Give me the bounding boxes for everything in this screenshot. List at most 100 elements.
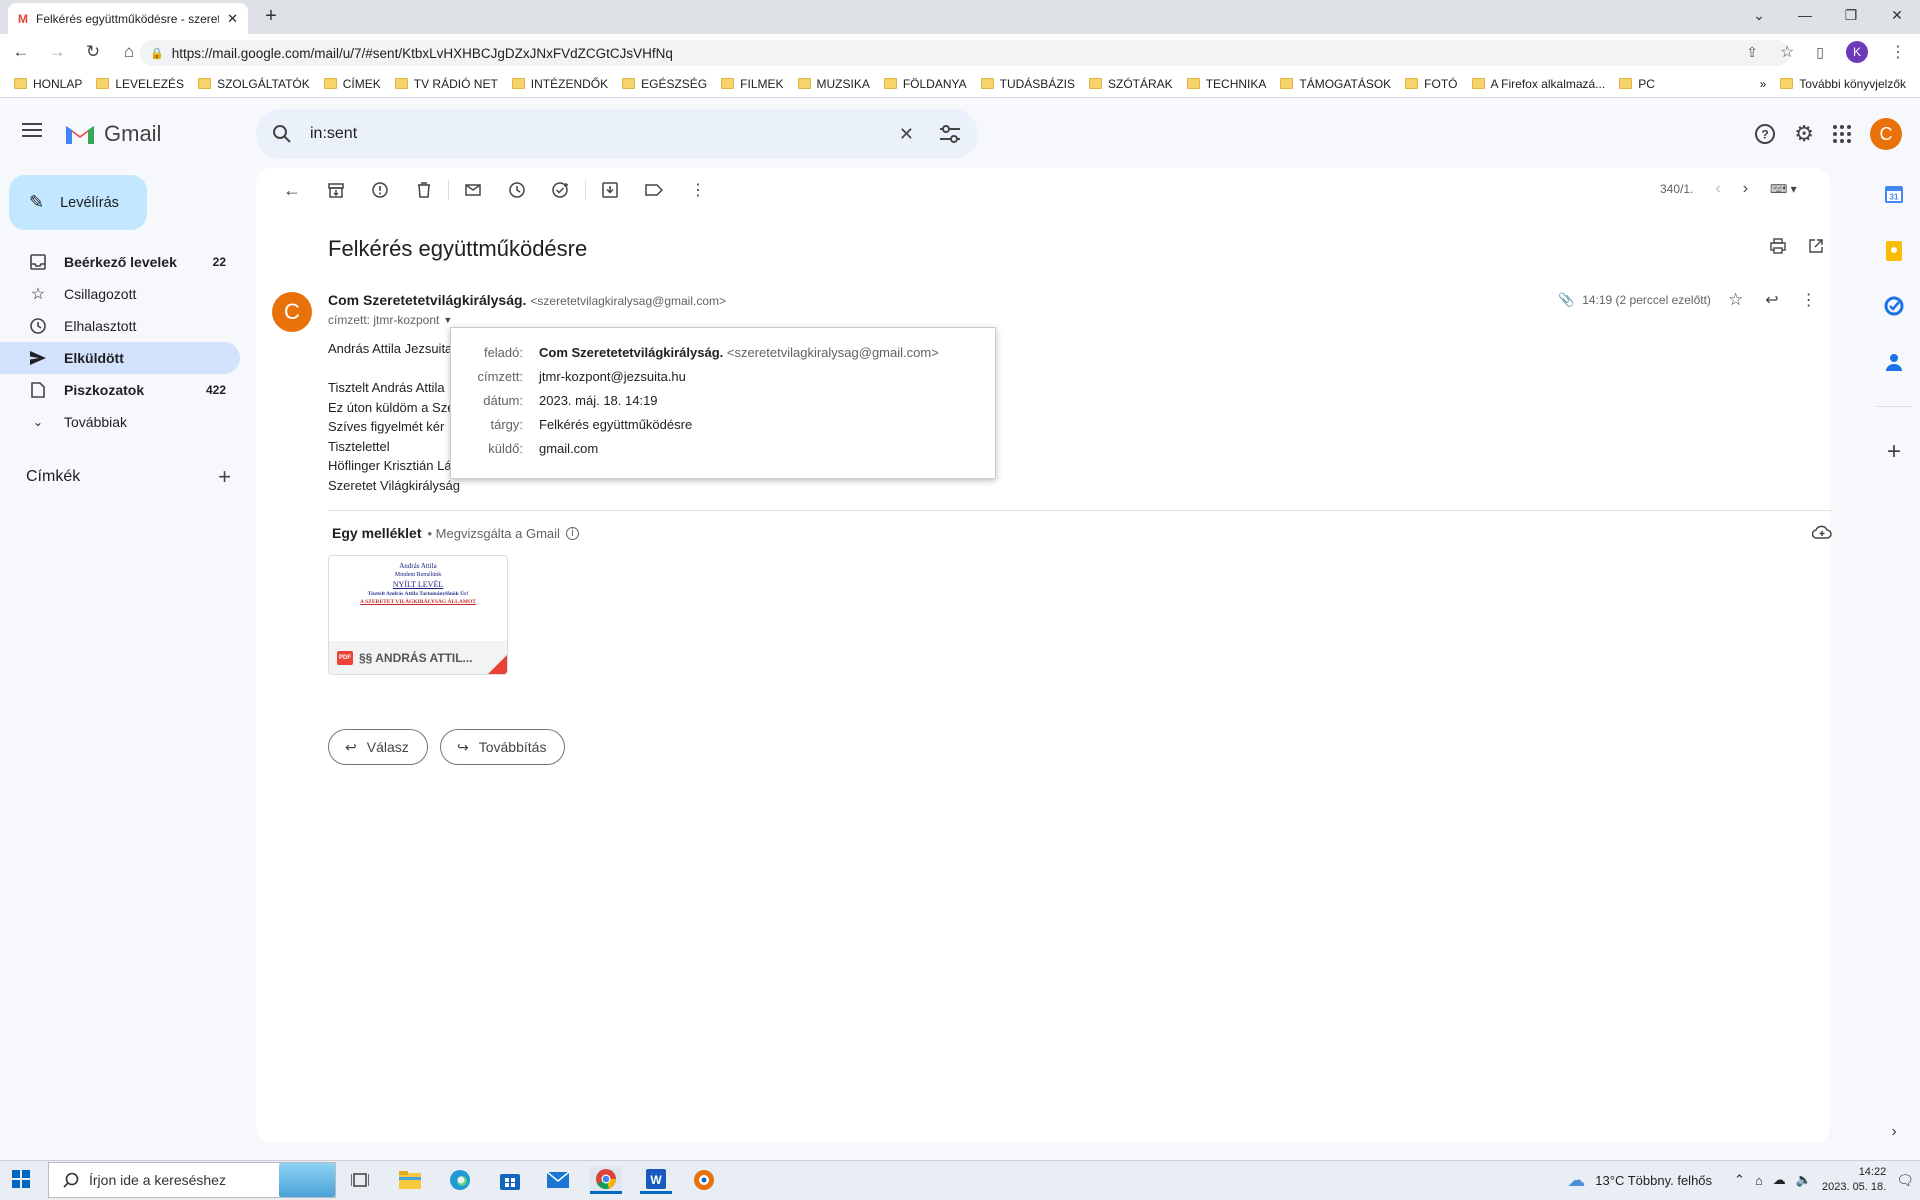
bookmark-star-icon[interactable]: ☆ — [1780, 42, 1794, 62]
tasks-icon[interactable] — [1880, 292, 1908, 320]
bookmark-folder[interactable]: A Firefox alkalmazá... — [1471, 77, 1605, 91]
open-new-window-icon[interactable] — [1808, 238, 1824, 254]
file-explorer-icon[interactable] — [394, 1166, 426, 1194]
more-vert-icon[interactable]: ⋮ — [1801, 290, 1817, 310]
bookmark-folder[interactable]: INTÉZENDŐK — [511, 77, 608, 91]
other-bookmarks[interactable]: További könyvjelzők — [1780, 77, 1906, 91]
weather-text[interactable]: 13°C Többny. felhős — [1595, 1173, 1712, 1188]
bookmark-folder[interactable]: TECHNIKA — [1186, 77, 1266, 91]
gmail-logo[interactable]: Gmail — [64, 121, 161, 147]
bookmark-folder[interactable]: CÍMEK — [323, 77, 381, 91]
nav-item-inbox[interactable]: Beérkező levelek 22 — [0, 246, 240, 278]
newer-chevron-icon[interactable]: ‹ — [1715, 180, 1720, 198]
nav-item-sent[interactable]: Elküldött — [0, 342, 240, 374]
browser-tab[interactable]: M Felkérés együttműködésre - szeretetvil… — [8, 3, 248, 34]
reply-button[interactable]: ↩ Válasz — [328, 729, 428, 765]
taskbar-search-box[interactable]: Írjon ide a kereséshez — [48, 1162, 336, 1198]
share-icon[interactable]: ⇪ — [1746, 44, 1758, 61]
star-icon[interactable]: ☆ — [1728, 290, 1743, 310]
volume-icon[interactable]: 🔈 — [1796, 1172, 1812, 1188]
app-shield-icon[interactable] — [688, 1166, 720, 1194]
side-panel-icon[interactable]: ▯ — [1816, 44, 1824, 61]
add-to-tasks-icon[interactable] — [539, 182, 583, 198]
search-icon[interactable] — [272, 124, 292, 144]
archive-icon[interactable] — [314, 182, 358, 198]
bookmark-folder[interactable]: PC — [1619, 77, 1655, 91]
minimize-button[interactable]: — — [1782, 0, 1828, 30]
close-tab-icon[interactable]: ✕ — [227, 11, 238, 27]
reload-icon[interactable]: ↻ — [78, 37, 108, 67]
calendar-icon[interactable]: 31 — [1880, 180, 1908, 208]
bookmark-folder[interactable]: FILMEK — [721, 77, 784, 91]
tab-list-icon[interactable]: ⌄ — [1736, 0, 1782, 30]
nav-item-drafts[interactable]: Piszkozatok 422 — [0, 374, 240, 406]
bookmark-folder[interactable]: SZOLGÁLTATÓK — [198, 77, 310, 91]
task-view-icon[interactable] — [344, 1166, 376, 1194]
get-addons-icon[interactable]: + — [1880, 438, 1908, 466]
attachment-card[interactable]: András Attila Mindent Remélünk NYÍLT LEV… — [328, 555, 508, 675]
nav-item-starred[interactable]: ☆ Csillagozott — [0, 278, 240, 310]
tray-chevron-up-icon[interactable]: ⌃ — [1734, 1172, 1745, 1188]
network-icon[interactable]: ⌂ — [1755, 1173, 1763, 1188]
windows-start-icon[interactable] — [12, 1170, 30, 1188]
search-options-icon[interactable] — [940, 125, 960, 143]
back-to-list-icon[interactable]: ← — [270, 180, 314, 201]
sender-name[interactable]: Com Szeretetetvilágkirályság. — [328, 292, 526, 308]
older-chevron-icon[interactable]: › — [1743, 180, 1748, 198]
more-bookmarks-button[interactable]: » — [1760, 77, 1767, 91]
add-label-icon[interactable]: + — [218, 464, 231, 490]
input-tools-icon[interactable]: ⌨ ▾ — [1770, 182, 1797, 196]
mail-app-icon[interactable] — [542, 1166, 574, 1194]
search-bar[interactable]: in:sent ✕ — [256, 109, 978, 159]
more-options-icon[interactable]: ⋮ — [676, 180, 720, 200]
report-spam-icon[interactable] — [358, 182, 402, 198]
mark-unread-icon[interactable] — [451, 184, 495, 196]
forward-arrow-icon[interactable]: → — [42, 37, 72, 67]
show-details-caret-icon[interactable]: ▼ — [443, 315, 452, 325]
bookmark-folder[interactable]: TUDÁSBÁZIS — [980, 77, 1075, 91]
profile-avatar[interactable]: K — [1846, 41, 1868, 63]
notifications-icon[interactable]: 🗨 — [1896, 1172, 1914, 1189]
main-menu-icon[interactable] — [22, 122, 42, 138]
chrome-icon[interactable] — [590, 1166, 622, 1194]
sender-avatar[interactable]: C — [272, 292, 312, 332]
onedrive-icon[interactable]: ☁ — [1773, 1172, 1786, 1188]
bookmark-folder[interactable]: HONLAP — [14, 77, 82, 91]
bookmark-folder[interactable]: FÖLDANYA — [883, 77, 967, 91]
clock[interactable]: 14:22 2023. 05. 18. — [1822, 1165, 1886, 1195]
bookmark-folder[interactable]: MUZSIKA — [797, 77, 870, 91]
reply-icon[interactable]: ↩ — [1765, 290, 1778, 310]
label-icon[interactable] — [632, 184, 676, 196]
bookmark-folder[interactable]: LEVELEZÉS — [96, 77, 184, 91]
print-icon[interactable] — [1770, 238, 1786, 254]
search-input[interactable]: in:sent — [310, 125, 899, 143]
contacts-icon[interactable] — [1880, 348, 1908, 376]
store-icon[interactable] — [494, 1166, 526, 1194]
account-avatar[interactable]: C — [1870, 118, 1902, 150]
snooze-icon[interactable] — [495, 182, 539, 198]
move-to-icon[interactable] — [588, 182, 632, 198]
delete-icon[interactable] — [402, 182, 446, 198]
info-icon[interactable]: i — [565, 526, 579, 540]
apps-grid-icon[interactable] — [1832, 124, 1852, 144]
nav-item-snoozed[interactable]: Elhalasztott — [0, 310, 240, 342]
back-arrow-icon[interactable]: ← — [6, 37, 36, 67]
help-icon[interactable]: ? — [1754, 123, 1776, 145]
word-icon[interactable]: W — [640, 1166, 672, 1194]
compose-button[interactable]: ✎ Levélírás — [9, 175, 147, 230]
bookmark-folder[interactable]: EGÉSZSÉG — [622, 77, 707, 91]
bookmark-folder[interactable]: TV RÁDIÓ NET — [394, 77, 498, 91]
restore-button[interactable]: ❐ — [1828, 0, 1874, 30]
add-to-drive-icon[interactable] — [1812, 524, 1832, 540]
nav-item-more[interactable]: ⌄ Továbbiak — [0, 406, 240, 438]
bookmark-folder[interactable]: TÁMOGATÁSOK — [1280, 77, 1391, 91]
bookmark-folder[interactable]: FOTÓ — [1405, 77, 1458, 91]
clear-search-icon[interactable]: ✕ — [899, 124, 914, 145]
forward-button[interactable]: ↪ Továbbítás — [440, 729, 566, 765]
hide-side-panel-chevron-icon[interactable]: › — [1880, 1118, 1908, 1146]
close-window-button[interactable]: ✕ — [1874, 0, 1920, 30]
browser-menu-icon[interactable]: ⋮ — [1890, 42, 1906, 62]
keep-icon[interactable] — [1880, 237, 1908, 265]
address-bar[interactable]: 🔒 https://mail.google.com/mail/u/7/#sent… — [140, 40, 1790, 66]
bookmark-folder[interactable]: SZÓTÁRAK — [1089, 77, 1173, 91]
